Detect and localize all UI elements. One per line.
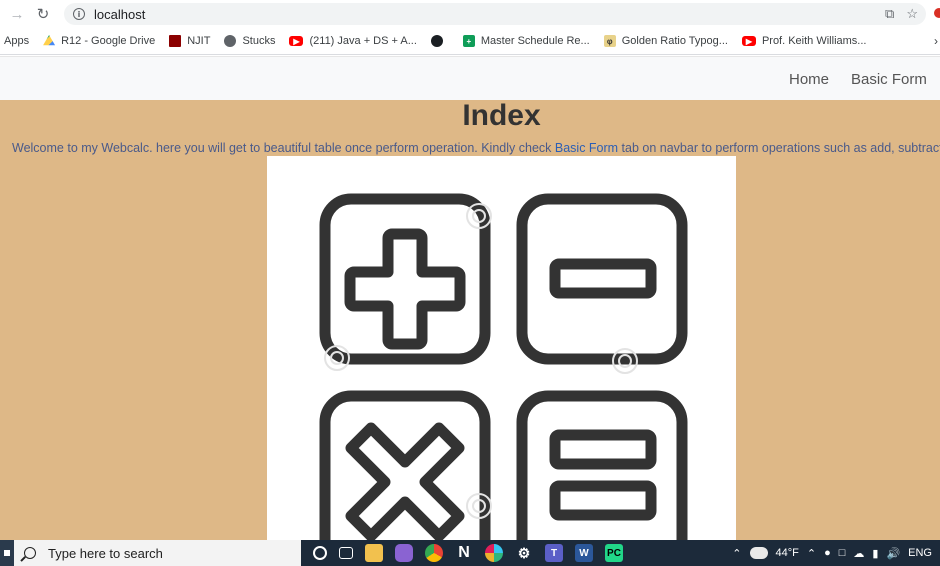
bookmark-keith-williams[interactable]: ▶ Prof. Keith Williams... (741, 35, 867, 47)
address-bar[interactable]: i localhost ⧉ ☆ (64, 3, 926, 25)
bookmark-golden-ratio[interactable]: φ Golden Ratio Typog... (603, 35, 728, 47)
page-content: Index Welcome to my Webcalc. here you wi… (0, 100, 940, 540)
bookmark-label: Master Schedule Re... (480, 35, 590, 47)
volume-icon[interactable]: 🔊 (886, 547, 900, 560)
bookmark-label: Apps (4, 35, 30, 47)
task-view-icon[interactable] (339, 547, 353, 559)
nav-basic-form-link[interactable]: Basic Form (851, 71, 927, 88)
chrome-icon[interactable] (425, 544, 443, 562)
golden-ratio-icon: φ (603, 35, 616, 47)
bookmarks-bar: Apps R12 - Google Drive NJIT Stucks ▶ (2… (0, 28, 940, 55)
equals-bottom-bar (549, 480, 657, 521)
calculator-image (267, 156, 736, 540)
word-icon[interactable]: W (575, 544, 593, 562)
youtube-icon: ▶ (741, 36, 756, 46)
notion-icon[interactable]: N (455, 544, 473, 562)
github-icon (430, 35, 443, 47)
bookmark-google-drive[interactable]: R12 - Google Drive (43, 35, 155, 47)
file-explorer-icon[interactable] (365, 544, 383, 562)
temperature[interactable]: 44°F (776, 547, 799, 559)
battery-icon[interactable]: ▮ (872, 547, 878, 560)
more-bookmarks-chevron-icon[interactable]: › (934, 34, 938, 48)
zoom-tray-icon[interactable]: ● (824, 547, 831, 559)
info-icon[interactable]: i (73, 8, 85, 20)
youtube-icon: ▶ (289, 36, 304, 46)
taskbar-search[interactable]: Type here to search (14, 540, 301, 566)
teams-icon[interactable]: T (545, 544, 563, 562)
bookmark-stucks[interactable]: Stucks (224, 35, 275, 47)
bookmark-github[interactable] (430, 35, 449, 47)
onedrive-cloud-icon[interactable]: ☁ (853, 547, 864, 560)
chevron-up-icon[interactable]: ⌃ (732, 547, 741, 560)
nav-home-link[interactable]: Home (789, 71, 829, 88)
bookmark-njit[interactable]: NJIT (169, 35, 210, 47)
profile-avatar-icon[interactable] (934, 8, 940, 18)
site-navbar: Home Basic Form (0, 56, 940, 100)
pycharm-icon[interactable]: PC (605, 544, 623, 562)
bookmark-label: Prof. Keith Williams... (761, 35, 867, 47)
taskbar: Type here to search N ⚙ T W PC ⌃ 44°F ⌃ … (0, 540, 940, 566)
multiply-icon (345, 422, 465, 540)
windows-logo-icon (4, 550, 10, 556)
search-icon (24, 547, 36, 559)
google-drive-icon (43, 35, 56, 46)
welcome-text-end: tab on navbar to perform operations such… (621, 141, 940, 155)
google-sheets-icon: + (462, 35, 475, 47)
share-icon[interactable]: ⧉ (885, 6, 894, 22)
browser-toolbar: → ↻ i localhost ⧉ ☆ (0, 0, 940, 28)
bookmark-star-icon[interactable]: ☆ (906, 6, 918, 22)
tray-chevron-up-icon[interactable]: ⌃ (807, 547, 816, 560)
slack-icon[interactable] (485, 544, 503, 562)
bookmark-label: Golden Ratio Typog... (621, 35, 728, 47)
start-button[interactable] (0, 540, 14, 566)
welcome-text-start: Welcome to my Webcalc. here you will get… (12, 141, 555, 155)
back-arrow-icon[interactable]: → (6, 3, 28, 25)
language-indicator[interactable]: ENG (908, 547, 932, 559)
bookmark-label: R12 - Google Drive (61, 35, 156, 47)
bookmark-label: Stucks (242, 35, 276, 47)
welcome-text: Welcome to my Webcalc. here you will get… (12, 141, 940, 155)
settings-gear-icon[interactable]: ⚙ (515, 544, 533, 562)
page-title: Index (462, 100, 541, 132)
weather-icon[interactable] (746, 542, 768, 559)
bookmark-apps[interactable]: Apps (4, 35, 29, 47)
welcome-basic-form-link[interactable]: Basic Form (555, 141, 618, 155)
plus-icon (344, 228, 466, 350)
njit-icon (169, 35, 182, 47)
minus-box (516, 193, 688, 365)
cortana-icon[interactable] (313, 546, 327, 560)
bookmark-label: (211) Java + DS + A... (309, 35, 417, 47)
taskbar-search-placeholder: Type here to search (48, 545, 163, 561)
equals-top-bar (549, 429, 657, 470)
system-tray: ⌃ 44°F ⌃ ● □ ☁ ▮ 🔊 ENG (732, 540, 932, 566)
bookmark-master-schedule[interactable]: + Master Schedule Re... (462, 35, 590, 47)
url-text[interactable]: localhost (94, 7, 145, 22)
bookmark-label: NJIT (187, 35, 211, 47)
meet-tray-icon[interactable]: □ (839, 547, 846, 559)
globe-icon (224, 35, 237, 47)
minus-icon (549, 258, 657, 299)
bookmark-youtube-java[interactable]: ▶ (211) Java + DS + A... (289, 35, 417, 47)
taskbar-apps: N ⚙ T W PC (313, 544, 623, 562)
calculator-icons-svg (319, 193, 688, 540)
app-icon[interactable] (395, 544, 413, 562)
reload-icon[interactable]: ↻ (32, 3, 54, 25)
